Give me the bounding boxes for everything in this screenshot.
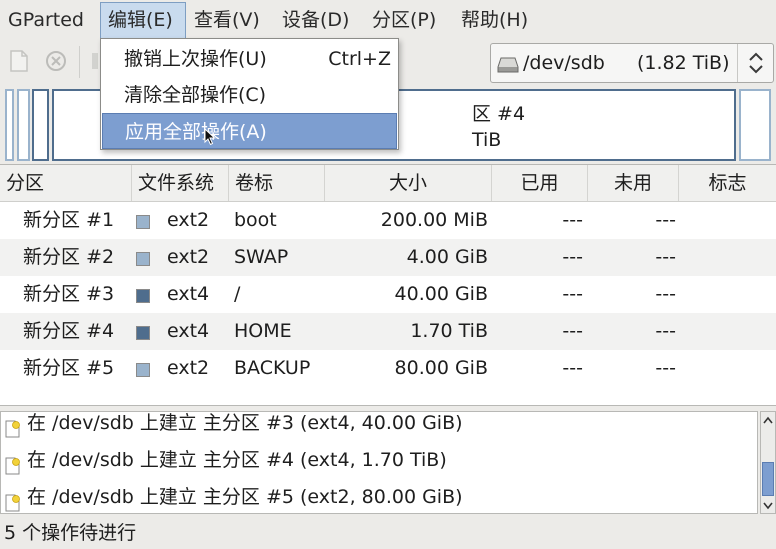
cell-unused: --- bbox=[655, 320, 676, 342]
disk-segment-label-name: 区 #4 bbox=[472, 99, 526, 126]
column-header-partition[interactable]: 分区 bbox=[0, 165, 132, 201]
column-header-filesystem[interactable]: 文件系统 bbox=[132, 165, 229, 201]
cell-unused: --- bbox=[655, 209, 676, 231]
cell-filesystem: ext2 bbox=[167, 246, 210, 268]
filesystem-color-swatch bbox=[136, 252, 150, 266]
table-row[interactable]: 新分区 #2 ext2 SWAP 4.00 GiB --- --- bbox=[0, 239, 776, 276]
cell-filesystem: ext4 bbox=[167, 283, 210, 305]
menu-item-label: 清除全部操作(C) bbox=[124, 84, 267, 106]
disk-segment-1[interactable] bbox=[5, 89, 14, 161]
cell-label: HOME bbox=[234, 320, 292, 342]
chevron-updown-icon bbox=[737, 44, 773, 82]
cell-partition: 新分区 #3 bbox=[23, 283, 115, 305]
menu-item-apply-all-operations[interactable]: 应用全部操作(A) bbox=[102, 113, 397, 149]
device-name: /dev/sdb bbox=[523, 52, 605, 74]
table-header: 分区 文件系统 卷标 大小 已用 未用 标志 bbox=[0, 165, 776, 202]
operations-list: 在 /dev/sdb 上建立 主分区 #3 (ext4, 40.00 GiB) … bbox=[0, 411, 758, 514]
pending-operations-status: 5 个操作待进行 bbox=[4, 522, 137, 544]
cell-partition: 新分区 #5 bbox=[23, 357, 115, 379]
cell-label: BACKUP bbox=[234, 357, 311, 379]
column-header-used[interactable]: 已用 bbox=[492, 165, 588, 201]
new-partition-icon bbox=[5, 488, 21, 513]
operation-text: 在 /dev/sdb 上建立 主分区 #4 (ext4, 1.70 TiB) bbox=[27, 449, 447, 471]
table-row[interactable]: 新分区 #4 ext4 HOME 1.70 TiB --- --- bbox=[0, 313, 776, 350]
cell-partition: 新分区 #2 bbox=[23, 246, 115, 268]
operations-panel: 在 /dev/sdb 上建立 主分区 #3 (ext4, 40.00 GiB) … bbox=[0, 411, 776, 514]
edit-menu-dropdown: 撤销上次操作(U) Ctrl+Z 清除全部操作(C) 应用全部操作(A) bbox=[100, 38, 399, 150]
filesystem-color-swatch bbox=[136, 215, 150, 229]
new-partition-icon bbox=[5, 451, 21, 488]
toolbar-separator bbox=[79, 46, 80, 78]
cell-used: --- bbox=[562, 209, 583, 231]
cell-size: 1.70 TiB bbox=[410, 320, 488, 342]
menu-item-undo-last-operation[interactable]: 撤销上次操作(U) Ctrl+Z bbox=[102, 41, 397, 77]
menu-device[interactable]: 设备(D) bbox=[275, 2, 356, 38]
cell-label: boot bbox=[234, 209, 277, 231]
cell-size: 200.00 MiB bbox=[380, 209, 488, 231]
cell-unused: --- bbox=[655, 246, 676, 268]
menu-gparted[interactable]: GParted bbox=[1, 2, 91, 38]
cell-used: --- bbox=[562, 320, 583, 342]
column-header-unused[interactable]: 未用 bbox=[588, 165, 679, 201]
cell-size: 4.00 GiB bbox=[406, 246, 488, 268]
scroll-up-arrow-icon[interactable] bbox=[761, 412, 775, 434]
device-selector[interactable]: /dev/sdb (1.82 TiB) bbox=[490, 43, 774, 83]
disk-segment-label-size: TiB bbox=[472, 129, 502, 151]
menu-item-shortcut: Ctrl+Z bbox=[328, 48, 391, 70]
statusbar: 5 个操作待进行 bbox=[0, 514, 776, 549]
mouse-pointer-icon bbox=[204, 127, 216, 151]
scrollbar-thumb[interactable] bbox=[762, 462, 774, 496]
cell-partition: 新分区 #4 bbox=[23, 320, 115, 342]
menu-edit[interactable]: 编辑(E) bbox=[100, 2, 186, 38]
partition-table: 分区 文件系统 卷标 大小 已用 未用 标志 新分区 #1 ext2 boot … bbox=[0, 164, 776, 406]
disk-segment-3[interactable] bbox=[32, 89, 49, 161]
filesystem-color-swatch bbox=[136, 363, 150, 377]
menu-item-label: 应用全部操作(A) bbox=[125, 121, 267, 143]
filesystem-color-swatch bbox=[136, 289, 150, 303]
cell-label: / bbox=[234, 283, 241, 305]
column-header-label[interactable]: 卷标 bbox=[229, 165, 325, 201]
cell-filesystem: ext2 bbox=[167, 357, 210, 379]
menu-help[interactable]: 帮助(H) bbox=[454, 2, 535, 38]
operation-text: 在 /dev/sdb 上建立 主分区 #3 (ext4, 40.00 GiB) bbox=[27, 412, 463, 434]
filesystem-color-swatch bbox=[136, 326, 150, 340]
cell-unused: --- bbox=[655, 283, 676, 305]
cell-label: SWAP bbox=[234, 246, 289, 268]
column-header-size[interactable]: 大小 bbox=[325, 165, 492, 201]
menu-item-clear-all-operations[interactable]: 清除全部操作(C) bbox=[102, 77, 397, 113]
cell-used: --- bbox=[562, 283, 583, 305]
table-row[interactable]: 新分区 #5 ext2 BACKUP 80.00 GiB --- --- bbox=[0, 350, 776, 387]
column-header-flags[interactable]: 标志 bbox=[679, 165, 776, 201]
new-partition-icon bbox=[5, 414, 21, 451]
delete-icon[interactable] bbox=[44, 49, 68, 73]
device-size: (1.82 TiB) bbox=[637, 52, 730, 74]
new-icon[interactable] bbox=[8, 49, 32, 73]
menu-item-label: 撤销上次操作(U) bbox=[124, 48, 267, 70]
cell-used: --- bbox=[562, 357, 583, 379]
cell-filesystem: ext2 bbox=[167, 209, 210, 231]
cell-size: 40.00 GiB bbox=[394, 283, 488, 305]
cell-used: --- bbox=[562, 246, 583, 268]
cell-filesystem: ext4 bbox=[167, 320, 210, 342]
menu-view[interactable]: 查看(V) bbox=[187, 2, 267, 38]
cell-partition: 新分区 #1 bbox=[23, 209, 115, 231]
menubar: GParted 编辑(E) 查看(V) 设备(D) 分区(P) 帮助(H) bbox=[0, 0, 776, 40]
cell-unused: --- bbox=[655, 357, 676, 379]
table-row[interactable]: 新分区 #1 ext2 boot 200.00 MiB --- --- bbox=[0, 202, 776, 239]
menu-partition[interactable]: 分区(P) bbox=[365, 2, 443, 38]
disk-segment-2[interactable] bbox=[17, 89, 30, 161]
operations-scrollbar[interactable] bbox=[760, 411, 776, 514]
cell-size: 80.00 GiB bbox=[394, 357, 488, 379]
disk-segment-5[interactable] bbox=[739, 89, 771, 161]
drive-icon bbox=[497, 56, 519, 78]
operation-text: 在 /dev/sdb 上建立 主分区 #5 (ext2, 80.00 GiB) bbox=[27, 486, 463, 508]
partially-hidden-icon[interactable] bbox=[90, 49, 100, 73]
table-row[interactable]: 新分区 #3 ext4 / 40.00 GiB --- --- bbox=[0, 276, 776, 313]
